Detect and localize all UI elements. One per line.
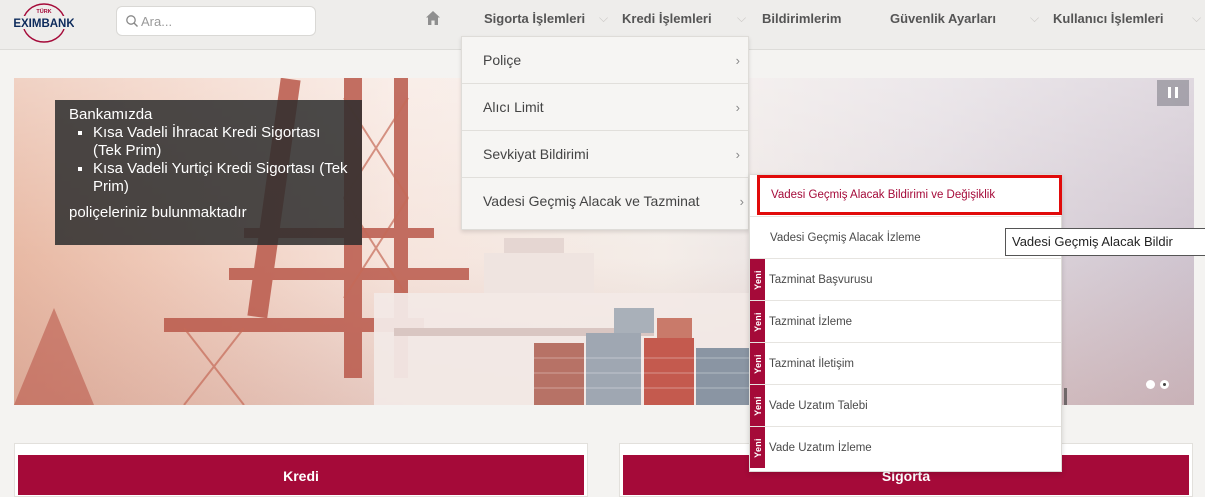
nav-guvenlik-ayarlari[interactable]: Güvenlik Ayarları bbox=[890, 11, 996, 26]
eximbank-logo[interactable]: TÜRK EXIMBANK bbox=[14, 1, 74, 45]
logo-top-text: TÜRK bbox=[36, 8, 51, 15]
pause-icon bbox=[1168, 87, 1171, 98]
search-icon[interactable] bbox=[125, 14, 139, 28]
nav-sigorta-islemleri[interactable]: Sigorta İşlemleri bbox=[484, 11, 585, 26]
submenu-item-vade-uzatim-izleme[interactable]: Yeni Vade Uzatım İzleme bbox=[750, 427, 1061, 469]
submenu-item-label: Tazminat İzleme bbox=[769, 316, 853, 328]
search-box bbox=[116, 6, 316, 36]
chevron-right-icon: › bbox=[739, 194, 744, 209]
logo-main-text: EXIMBANK bbox=[14, 18, 74, 30]
chevron-down-icon: ⌵ bbox=[1192, 11, 1202, 25]
new-badge: Yeni bbox=[750, 427, 765, 468]
home-icon[interactable] bbox=[425, 10, 441, 26]
nav-kredi-islemleri[interactable]: Kredi İşlemleri bbox=[622, 11, 712, 26]
menu-item-vadesi-gecmis[interactable]: Vadesi Geçmiş Alacak ve Tazminat › bbox=[462, 178, 748, 225]
menu-item-label: Alıcı Limit bbox=[483, 99, 544, 115]
submenu-item-tazminat-basvurusu[interactable]: Yeni Tazminat Başvurusu bbox=[750, 259, 1061, 301]
submenu-item-tazminat-izleme[interactable]: Yeni Tazminat İzleme bbox=[750, 301, 1061, 343]
chevron-right-icon: › bbox=[735, 53, 740, 68]
chevron-down-icon: ⌵ bbox=[737, 11, 747, 25]
menu-item-label: Poliçe bbox=[483, 52, 522, 68]
new-badge: Yeni bbox=[750, 259, 765, 300]
menu-item-label: Vadesi Geçmiş Alacak ve Tazminat bbox=[483, 193, 700, 209]
nav-kullanici-islemleri[interactable]: Kullanıcı İşlemleri bbox=[1053, 11, 1164, 26]
slide-dot-2[interactable] bbox=[1160, 380, 1169, 389]
submenu-item-label: Tazminat İletişim bbox=[769, 358, 854, 370]
menu-item-alici-limit[interactable]: Alıcı Limit › bbox=[462, 84, 748, 131]
vadesi-gecmis-submenu: Vadesi Geçmiş Alacak İzleme Yeni Tazmina… bbox=[749, 174, 1062, 472]
chevron-down-icon: ⌵ bbox=[599, 11, 609, 25]
active-dot-marker bbox=[1163, 383, 1166, 386]
promo-item: Kısa Vadeli İhracat Kredi Sigortası (Tek… bbox=[93, 124, 348, 160]
promo-intro: Bankamızda bbox=[69, 106, 153, 123]
slider-dots bbox=[1146, 380, 1176, 392]
submenu-item-label: Vade Uzatım İzleme bbox=[769, 442, 872, 454]
pause-button[interactable] bbox=[1157, 80, 1189, 106]
chevron-right-icon: › bbox=[735, 147, 740, 162]
chevron-right-icon: › bbox=[735, 100, 740, 115]
submenu-item-vade-uzatim-talebi[interactable]: Yeni Vade Uzatım Talebi bbox=[750, 385, 1061, 427]
slide-dot-1[interactable] bbox=[1146, 380, 1155, 389]
submenu-item-label: Vade Uzatım Talebi bbox=[769, 400, 868, 412]
tooltip: Vadesi Geçmiş Alacak Bildir bbox=[1005, 228, 1205, 256]
menu-item-sevkiyat-bildirimi[interactable]: Sevkiyat Bildirimi › bbox=[462, 131, 748, 178]
menu-item-police[interactable]: Poliçe › bbox=[462, 37, 748, 84]
submenu-item-tazminat-iletisim[interactable]: Yeni Tazminat İletişim bbox=[750, 343, 1061, 385]
nav-bildirimlerim[interactable]: Bildirimlerim bbox=[762, 11, 841, 26]
promo-list: Kısa Vadeli İhracat Kredi Sigortası (Tek… bbox=[93, 124, 348, 196]
logo-mark: TÜRK EXIMBANK bbox=[14, 3, 74, 43]
promo-overlay: Bankamızda Kısa Vadeli İhracat Kredi Sig… bbox=[55, 100, 362, 245]
promo-item: Kısa Vadeli Yurtiçi Kredi Sigortası (Tek… bbox=[93, 160, 348, 196]
submenu-item-label: Vadesi Geçmiş Alacak İzleme bbox=[770, 232, 921, 244]
new-badge: Yeni bbox=[750, 385, 765, 426]
menu-item-label: Sevkiyat Bildirimi bbox=[483, 146, 589, 162]
new-badge: Yeni bbox=[750, 301, 765, 342]
chevron-down-icon: ⌵ bbox=[1030, 11, 1040, 25]
kredi-box: Kredi bbox=[14, 443, 588, 497]
pause-icon bbox=[1175, 87, 1178, 98]
submenu-item-highlighted[interactable]: Vadesi Geçmiş Alacak Bildirimi ve Değişi… bbox=[757, 175, 1062, 215]
new-badge: Yeni bbox=[750, 343, 765, 384]
search-input[interactable] bbox=[141, 11, 311, 31]
kredi-header[interactable]: Kredi bbox=[18, 455, 584, 495]
submenu-item-label: Tazminat Başvurusu bbox=[769, 274, 873, 286]
promo-outro: poliçeleriniz bulunmaktadır bbox=[69, 204, 247, 221]
sigorta-dropdown: Poliçe › Alıcı Limit › Sevkiyat Bildirim… bbox=[461, 36, 749, 230]
